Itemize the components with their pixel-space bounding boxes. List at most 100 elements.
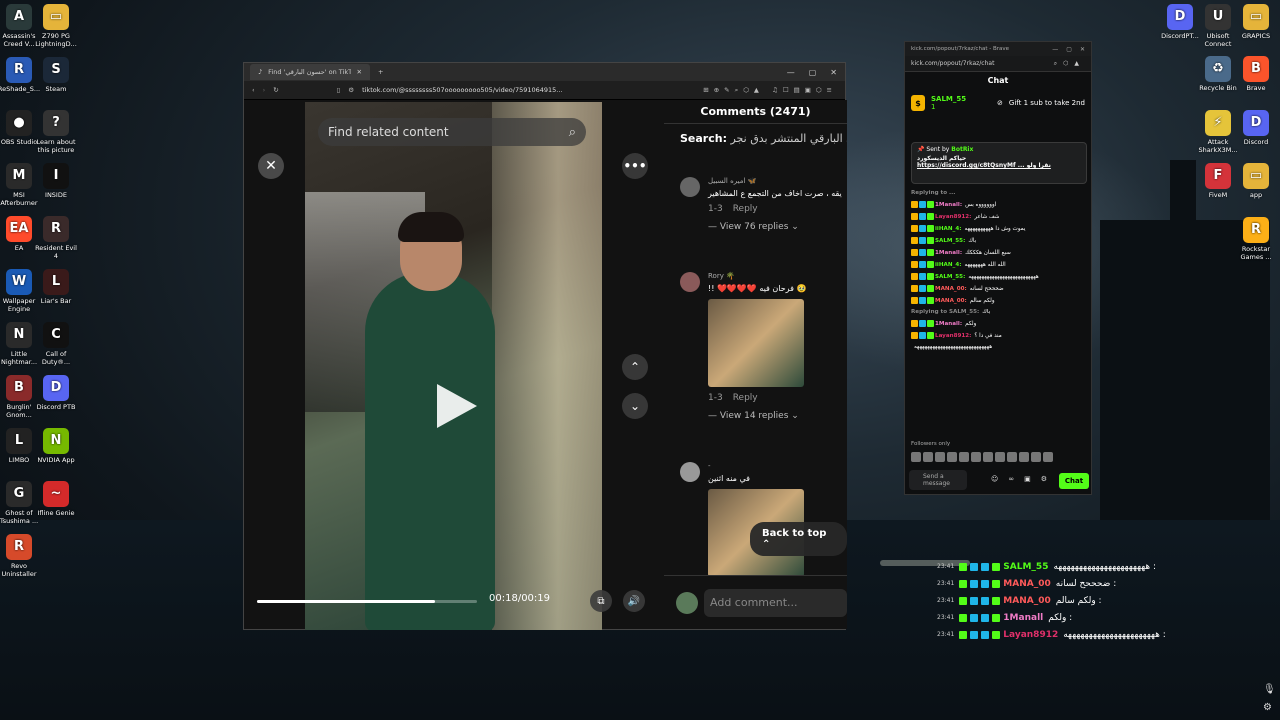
badge-icon <box>919 213 926 220</box>
comment-image[interactable] <box>708 299 804 387</box>
desktop-icon[interactable]: N NVIDIA App <box>32 428 80 464</box>
kick-address-bar[interactable]: kick.com/popout/7rkaz/chat ⌕⬡▲ <box>905 56 1091 72</box>
desktop-icon[interactable]: ▭ Z790 PG LightningD... <box>32 4 80 48</box>
toolbar-icons[interactable]: ⌕⬡▲ <box>1054 60 1085 68</box>
forward-icon[interactable]: › <box>263 86 266 94</box>
desktop-icon[interactable]: D Discord PTB <box>32 375 80 411</box>
comment-author[interactable]: Rory 🌴 <box>708 272 847 280</box>
extension-icons[interactable]: ♫☐▤▣⬡≡ <box>772 86 837 94</box>
overlay-time: 23:41 <box>937 563 955 570</box>
avatar[interactable] <box>680 462 700 482</box>
desktop-icon-label: Discord PTB <box>36 403 76 411</box>
chat-username[interactable]: MANA_00: <box>935 298 967 304</box>
emote-bar[interactable] <box>911 452 1053 462</box>
chat-username[interactable]: Replying to SALM_55: <box>911 309 979 315</box>
chat-username[interactable]: 1Manall: <box>935 321 962 327</box>
more-options-button[interactable]: ••• <box>622 153 648 179</box>
pinned-message[interactable]: 📌 Sent by BotRix حياكم الديسكورد https:/… <box>911 142 1087 184</box>
new-tab-button[interactable]: + <box>378 68 383 76</box>
desktop-icon-label: Z790 PG LightningD... <box>35 32 77 48</box>
previous-video-button[interactable]: ⌃ <box>622 354 648 380</box>
chat-username[interactable]: Layan8912: <box>935 333 971 339</box>
chat-username[interactable]: SALM_55: <box>935 238 965 244</box>
settings-icon[interactable]: ⚙ <box>1041 475 1047 483</box>
video-player[interactable] <box>305 102 602 630</box>
comment-search[interactable]: Search: ع حسون البارقي المنتشر بدق نجر <box>664 124 847 145</box>
video-progress-bar[interactable] <box>257 600 477 603</box>
maximize-icon[interactable]: ▢ <box>1066 46 1072 53</box>
pinned-link[interactable]: https://discord.gg/c8tQsnyMf ... نقرا ول… <box>917 162 1081 169</box>
desktop-icon[interactable]: I INSIDE <box>32 163 80 199</box>
overlay-chat-row: 23:41 MANA_00 ضحححح لسانه : <box>937 575 1280 592</box>
chat-username[interactable]: iiHAN_4: <box>935 262 961 268</box>
view-replies-button[interactable]: — View 76 replies ⌄ <box>708 222 847 232</box>
chat-username[interactable]: iiHAN_4: <box>935 226 961 232</box>
infinity-icon[interactable]: ∞ <box>1008 475 1014 483</box>
desktop-icon[interactable]: ~ Ifline Genie <box>32 481 80 517</box>
url-field[interactable]: tiktok.com/@ssssssss507ooooooooo505/vide… <box>362 86 695 94</box>
site-info-icon[interactable]: ⚙ <box>348 86 354 94</box>
chat-username[interactable]: 1Manall: <box>935 202 962 208</box>
desktop-icon[interactable]: R Rockstar Games ... <box>1232 217 1280 261</box>
app-icon: ▭ <box>1243 4 1269 30</box>
chat-username[interactable]: MANA_00: <box>935 286 967 292</box>
avatar[interactable] <box>680 272 700 292</box>
chat-username[interactable]: Layan8912: <box>935 214 971 220</box>
view-replies-button[interactable]: — View 14 replies ⌄ <box>708 411 847 421</box>
minimize-icon[interactable]: — <box>1052 46 1058 53</box>
play-icon[interactable] <box>437 384 477 428</box>
chat-username[interactable]: SALM_55: <box>935 274 965 280</box>
desktop-icon[interactable]: B Brave <box>1232 56 1280 92</box>
desktop-icon[interactable]: S Steam <box>32 57 80 93</box>
maximize-icon[interactable]: ▢ <box>809 68 817 77</box>
comment-author[interactable]: اميره السبيل 🦋 <box>708 177 847 185</box>
gift-box-icon[interactable]: ▣ <box>1024 475 1031 483</box>
emote-icon[interactable]: ☺ <box>991 475 998 483</box>
close-window-icon[interactable]: ✕ <box>1080 46 1085 53</box>
volume-icon[interactable]: 🔊 <box>623 590 645 612</box>
settings-icon[interactable]: ⚙ <box>1263 702 1272 713</box>
close-tab-icon[interactable]: ✕ <box>357 68 362 76</box>
add-comment-input[interactable]: Add comment... <box>704 589 847 617</box>
desktop-icon[interactable]: R Resident Evil 4 <box>32 216 80 260</box>
chat-username[interactable]: 1Manall: <box>935 250 962 256</box>
pip-icon[interactable]: ⧉ <box>590 590 612 612</box>
comment-item: - في منه اثنين <box>680 462 847 577</box>
app-icon: ▭ <box>43 4 69 30</box>
desktop-icon[interactable]: R Revo Uninstaller <box>0 534 43 578</box>
close-video-button[interactable]: ✕ <box>258 153 284 179</box>
send-message-input[interactable]: Send a message <box>909 470 967 490</box>
badge-icon <box>919 249 926 256</box>
bookmark-icon[interactable]: ▯ <box>337 86 341 94</box>
back-to-top-button[interactable]: Back to top ⌃ <box>750 522 847 556</box>
minimize-icon[interactable]: — <box>787 68 795 77</box>
desktop-icon[interactable]: ▭ GRAPICS <box>1232 4 1280 40</box>
overlay-username: Layan8912 <box>1003 629 1059 640</box>
mic-icon[interactable]: 🎙 <box>1263 684 1276 695</box>
back-icon[interactable]: ‹ <box>252 86 255 94</box>
badge-icon <box>927 225 934 232</box>
overlay-username: 1Manall <box>1003 612 1044 623</box>
comment-author[interactable]: - <box>708 462 847 470</box>
badge-icon <box>981 579 990 588</box>
desktop-icon[interactable]: ? Learn about this picture <box>32 110 80 154</box>
gift-leaderboard[interactable]: $ SALM_55 1 ⊘ Gift 1 sub to take 2nd <box>905 88 1091 118</box>
chat-username[interactable]: Replying to ... <box>911 190 955 196</box>
comment-text: في منه اثنين <box>708 474 750 483</box>
desktop-icon[interactable]: ▭ app <box>1232 163 1280 199</box>
badge-icon <box>919 273 926 280</box>
next-video-button[interactable]: ⌄ <box>622 393 648 419</box>
search-icon[interactable]: ⌕ <box>569 125 576 140</box>
close-window-icon[interactable]: ✕ <box>830 68 837 77</box>
tab-tiktok[interactable]: ♪ Find 'حسون البارقي' on TikTok ✕ <box>250 64 370 80</box>
desktop-icon[interactable]: L Liar's Bar <box>32 269 80 305</box>
reply-button[interactable]: Reply <box>733 393 758 403</box>
related-search-input[interactable]: Find related content ⌕ <box>318 118 586 146</box>
reply-button[interactable]: Reply <box>733 204 758 214</box>
desktop-icon[interactable]: C Call of Duty®... <box>32 322 80 366</box>
desktop-icon[interactable]: D Discord <box>1232 110 1280 146</box>
reload-icon[interactable]: ↻ <box>273 86 278 94</box>
avatar[interactable] <box>680 177 700 197</box>
toolbar-icons[interactable]: ⊞⊕✎⌕⬡▲ <box>703 86 764 95</box>
chat-send-button[interactable]: Chat <box>1059 473 1089 489</box>
